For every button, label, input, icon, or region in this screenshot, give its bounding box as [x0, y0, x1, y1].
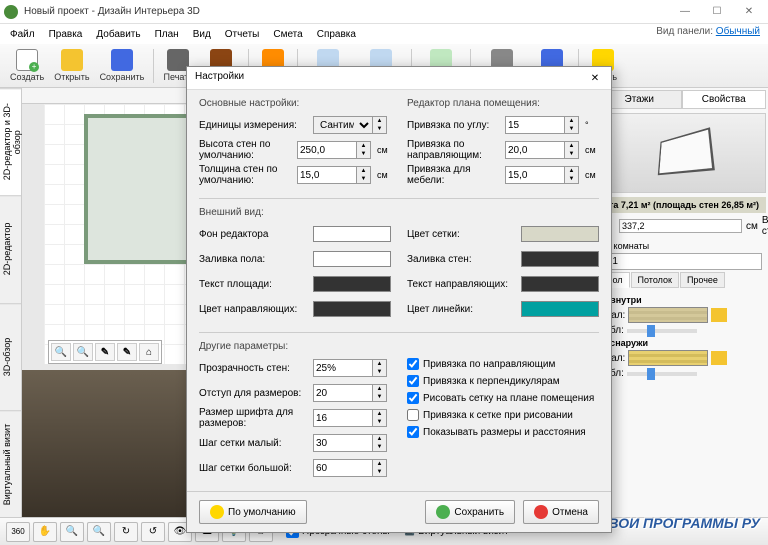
tab-properties[interactable]: Свойства — [682, 90, 767, 108]
tab-3d[interactable]: 3D-обзор — [0, 303, 21, 410]
icon-save — [111, 49, 133, 71]
height-label: Высота стен: — [762, 215, 768, 237]
dialog-title: Настройки — [195, 71, 244, 85]
ruler-icon[interactable]: ✎ — [95, 343, 115, 361]
material-inside-preview[interactable] — [628, 307, 708, 323]
close-button[interactable]: ✕ — [734, 2, 764, 22]
tab-2d[interactable]: 2D-редактор — [0, 195, 21, 302]
furn-input[interactable] — [505, 166, 565, 184]
text-color-swatch[interactable] — [313, 276, 391, 292]
outside-header: ы снаружи — [600, 338, 763, 348]
menu-plan[interactable]: План — [149, 27, 185, 42]
y-input[interactable] — [619, 219, 742, 233]
scale-inside-slider[interactable] — [627, 329, 697, 333]
zoom-out-icon[interactable]: 🔍 — [73, 343, 93, 361]
subtab-ceiling[interactable]: Потолок — [631, 272, 679, 288]
ruler-color-swatch[interactable] — [521, 301, 599, 317]
section-other: Другие параметры: — [199, 341, 599, 352]
zoom-tools: 🔍 🔍 ✎ ✎ ⌂ — [48, 340, 162, 364]
scale-outside-slider[interactable] — [627, 372, 697, 376]
toolbar-сохранить[interactable]: Сохранить — [96, 47, 149, 84]
maximize-button[interactable]: ☐ — [702, 2, 732, 22]
angle-input[interactable] — [505, 116, 565, 134]
view-panel-link[interactable]: Обычный — [716, 26, 760, 37]
section-main: Основные настройки: — [199, 98, 391, 109]
section-appearance: Внешний вид: — [199, 207, 599, 218]
wall-height-input[interactable] — [297, 141, 357, 159]
app-icon — [4, 5, 18, 19]
zoom-in-icon[interactable]: 🔍 — [51, 343, 71, 361]
chk-snap-perp[interactable] — [407, 375, 419, 387]
menu-view[interactable]: Вид — [187, 27, 217, 42]
chk-snap-guides[interactable] — [407, 358, 419, 370]
zoom-in-icon[interactable]: 🔍 — [60, 522, 84, 542]
menu-file[interactable]: Файл — [4, 27, 41, 42]
chk-draw-grid[interactable] — [407, 392, 419, 404]
side-tabs: 2D-редактор и 3D-обзор 2D-редактор 3D-об… — [0, 88, 22, 517]
rotate-cw-icon[interactable]: ↻ — [114, 522, 138, 542]
menu-add[interactable]: Добавить — [90, 27, 146, 42]
material-outside-preview[interactable] — [628, 350, 708, 366]
menu-reports[interactable]: Отчеты — [219, 27, 266, 42]
window-title: Новый проект - Дизайн Интерьера 3D — [24, 6, 670, 17]
grid-small-input[interactable] — [313, 434, 373, 452]
watermark: ТВОИ ПРОГРАММЫ РУ — [600, 515, 760, 531]
rotate-ccw-icon[interactable]: ↺ — [141, 522, 165, 542]
icon-new — [16, 49, 38, 71]
grid-large-input[interactable] — [313, 459, 373, 477]
menu-help[interactable]: Справка — [311, 27, 362, 42]
folder-icon[interactable] — [711, 351, 727, 365]
menubar: Файл Правка Добавить План Вид Отчеты Сме… — [0, 24, 768, 44]
360-icon[interactable]: 360 — [6, 522, 30, 542]
fill-color-swatch[interactable] — [313, 251, 391, 267]
folder-icon[interactable] — [711, 308, 727, 322]
note-icon[interactable]: ✎ — [117, 343, 137, 361]
tab-2d-3d[interactable]: 2D-редактор и 3D-обзор — [0, 88, 21, 195]
reset-button[interactable]: По умолчанию — [199, 500, 307, 524]
dialog-close-button[interactable]: ✕ — [587, 71, 603, 85]
guide-input[interactable] — [505, 141, 565, 159]
room-3d-preview — [597, 113, 766, 193]
minimize-button[interactable]: — — [670, 2, 700, 22]
chk-snap-grid[interactable] — [407, 409, 419, 421]
bg-color-swatch[interactable] — [313, 226, 391, 242]
subtab-other[interactable]: Прочее — [680, 272, 725, 288]
tab-virtual[interactable]: Виртуальный визит — [0, 410, 21, 517]
menu-edit[interactable]: Правка — [43, 27, 89, 42]
wall-thick-input[interactable] — [297, 166, 357, 184]
menu-estimate[interactable]: Смета — [267, 27, 308, 42]
room-name-label: ие комнаты — [597, 239, 766, 253]
titlebar: Новый проект - Дизайн Интерьера 3D — ☐ ✕ — [0, 0, 768, 24]
hand-icon[interactable]: ✋ — [33, 522, 57, 542]
inside-header: ы внутри — [600, 295, 763, 305]
guide-color-swatch[interactable] — [313, 301, 391, 317]
home-icon[interactable]: ⌂ — [139, 343, 159, 361]
cancel-button[interactable]: Отмена — [523, 500, 599, 524]
guidetext-color-swatch[interactable] — [521, 276, 599, 292]
units-select[interactable]: Сантиметры — [313, 116, 373, 134]
transparency-input[interactable] — [313, 359, 373, 377]
wallfill-color-swatch[interactable] — [521, 251, 599, 267]
view-panel-label: Вид панели: Обычный — [656, 26, 760, 37]
grid-color-swatch[interactable] — [521, 226, 599, 242]
toolbar-создать[interactable]: Создать — [6, 47, 48, 84]
properties-panel: Этажи Свойства ата 7,21 м² (площадь стен… — [594, 88, 768, 517]
room-info: ата 7,21 м² (площадь стен 26,85 м²) — [597, 197, 766, 213]
font-size-input[interactable] — [313, 409, 373, 427]
dim-offset-input[interactable] — [313, 384, 373, 402]
toolbar-открыть[interactable]: Открыть — [50, 47, 93, 84]
chk-show-dims[interactable] — [407, 426, 419, 438]
save-button[interactable]: Сохранить — [425, 500, 515, 524]
room-name-input[interactable] — [601, 253, 762, 270]
icon-open — [61, 49, 83, 71]
section-editor: Редактор плана помещения: — [407, 98, 599, 109]
settings-dialog: Настройки ✕ Основные настройки: Единицы … — [186, 66, 612, 533]
zoom-out-icon[interactable]: 🔍 — [87, 522, 111, 542]
